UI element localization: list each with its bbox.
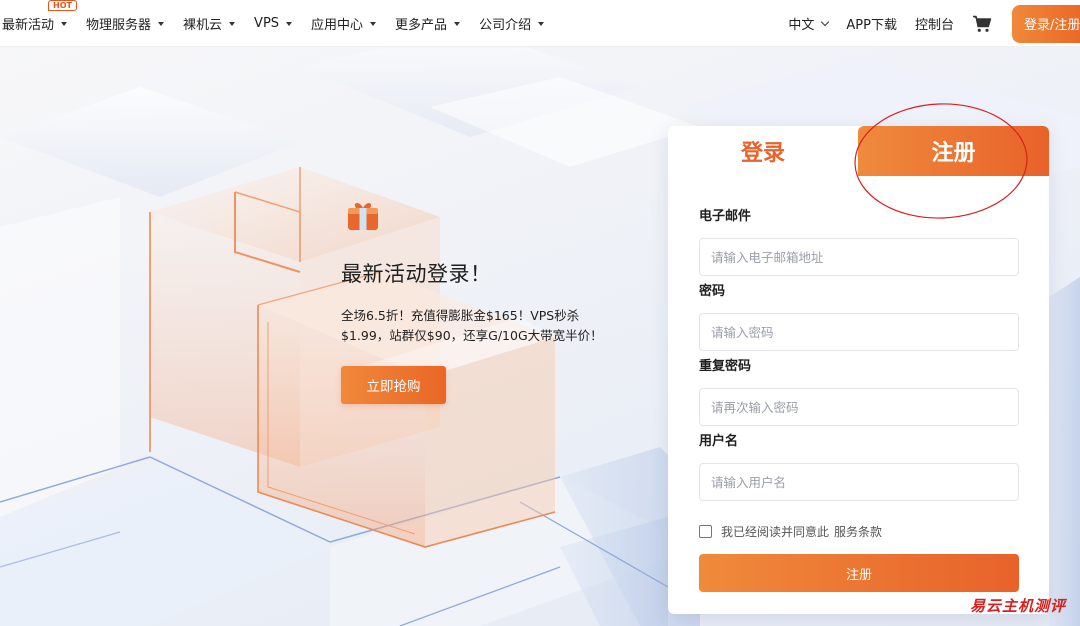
username-label: 用户名	[699, 434, 739, 449]
nav-item-label: 最新活动	[2, 18, 55, 33]
caret-down-icon	[538, 21, 545, 26]
nav-item-company[interactable]: 公司介绍	[479, 14, 545, 33]
register-form: 电子邮件 密码 重复密码 用户名	[699, 208, 1019, 508]
password-group: 密码	[699, 283, 1019, 358]
nav-item-physical-servers[interactable]: 物理服务器	[86, 14, 165, 33]
tab-login[interactable]: 登录	[668, 126, 858, 176]
username-group: 用户名	[699, 433, 1019, 508]
username-field[interactable]	[699, 463, 1019, 501]
nav-item-label: 物理服务器	[86, 18, 152, 33]
promo-description-line: 全场6.5折！充值得膨胀金$165！VPS秒杀	[341, 308, 580, 323]
repeat-password-label: 重复密码	[699, 359, 752, 374]
language-label: 中文	[788, 18, 815, 33]
caret-down-icon	[370, 21, 377, 26]
console-link[interactable]: 控制台	[915, 14, 954, 33]
nav-item-label: 裸机云	[183, 18, 223, 33]
password-label: 密码	[699, 284, 726, 299]
nav-item-label: 公司介绍	[479, 18, 532, 33]
auth-tabs: 登录 注册	[668, 126, 1049, 176]
nav-utilities: 中文 APP下载 控制台 登录/注册	[788, 0, 1080, 47]
shopping-cart-icon[interactable]	[972, 15, 992, 33]
gift-icon	[348, 203, 378, 230]
register-submit-button[interactable]: 注册	[699, 554, 1019, 592]
nav-item-more-products[interactable]: 更多产品	[395, 14, 461, 33]
email-field[interactable]	[699, 238, 1019, 276]
auth-card: 登录 注册 电子邮件 密码 重复密码 用户名 我已经阅读并同意此 服务条款 注册	[668, 126, 1049, 614]
password-field[interactable]	[699, 313, 1019, 351]
repeat-password-field[interactable]	[699, 388, 1019, 426]
nav-item-latest-activity[interactable]: 最新活动 HOT	[2, 0, 77, 33]
terms-text: 我已经阅读并同意此	[721, 525, 830, 539]
terms-agreement: 我已经阅读并同意此 服务条款	[699, 523, 882, 540]
tab-register[interactable]: 注册	[858, 126, 1049, 176]
promo-title: 最新活动登录！	[341, 262, 492, 286]
caret-down-icon	[158, 21, 165, 26]
language-selector[interactable]: 中文	[788, 14, 830, 33]
promo-description-line: $1.99，站群仅$90，还享G/10G大带宽半价！	[341, 328, 603, 343]
caret-down-icon	[286, 21, 293, 26]
nav-item-bare-metal-cloud[interactable]: 裸机云	[183, 14, 236, 33]
nav-item-app-center[interactable]: 应用中心	[311, 14, 377, 33]
nav-item-label: VPS	[254, 16, 280, 31]
email-group: 电子邮件	[699, 208, 1019, 283]
promo-panel: 最新活动登录！ 全场6.5折！充值得膨胀金$165！VPS秒杀 $1.99，站群…	[341, 200, 661, 404]
caret-down-icon	[61, 21, 68, 26]
main-menu: 最新活动 HOT 物理服务器 裸机云 VPS 应用中心 更多产品 公司介绍	[0, 0, 563, 47]
email-label: 电子邮件	[699, 209, 752, 224]
hot-badge: HOT	[48, 0, 77, 11]
nav-item-label: 应用中心	[311, 18, 364, 33]
repeat-password-group: 重复密码	[699, 358, 1019, 433]
app-download-link[interactable]: APP下载	[846, 14, 897, 33]
terms-checkbox[interactable]	[699, 525, 712, 538]
buy-now-button[interactable]: 立即抢购	[341, 366, 446, 404]
watermark: 易云主机测评	[969, 597, 1066, 615]
nav-item-label: 更多产品	[395, 18, 448, 33]
terms-of-service-link[interactable]: 服务条款	[834, 523, 882, 540]
nav-item-vps[interactable]: VPS	[254, 16, 293, 31]
caret-down-icon	[454, 21, 461, 26]
caret-down-icon	[229, 21, 236, 26]
login-register-button[interactable]: 登录/注册	[1012, 4, 1080, 43]
promo-description: 全场6.5折！充值得膨胀金$165！VPS秒杀 $1.99，站群仅$90，还享G…	[341, 306, 616, 346]
top-navigation: 最新活动 HOT 物理服务器 裸机云 VPS 应用中心 更多产品 公司介绍 中文…	[0, 0, 1080, 47]
chevron-down-icon	[821, 17, 830, 26]
